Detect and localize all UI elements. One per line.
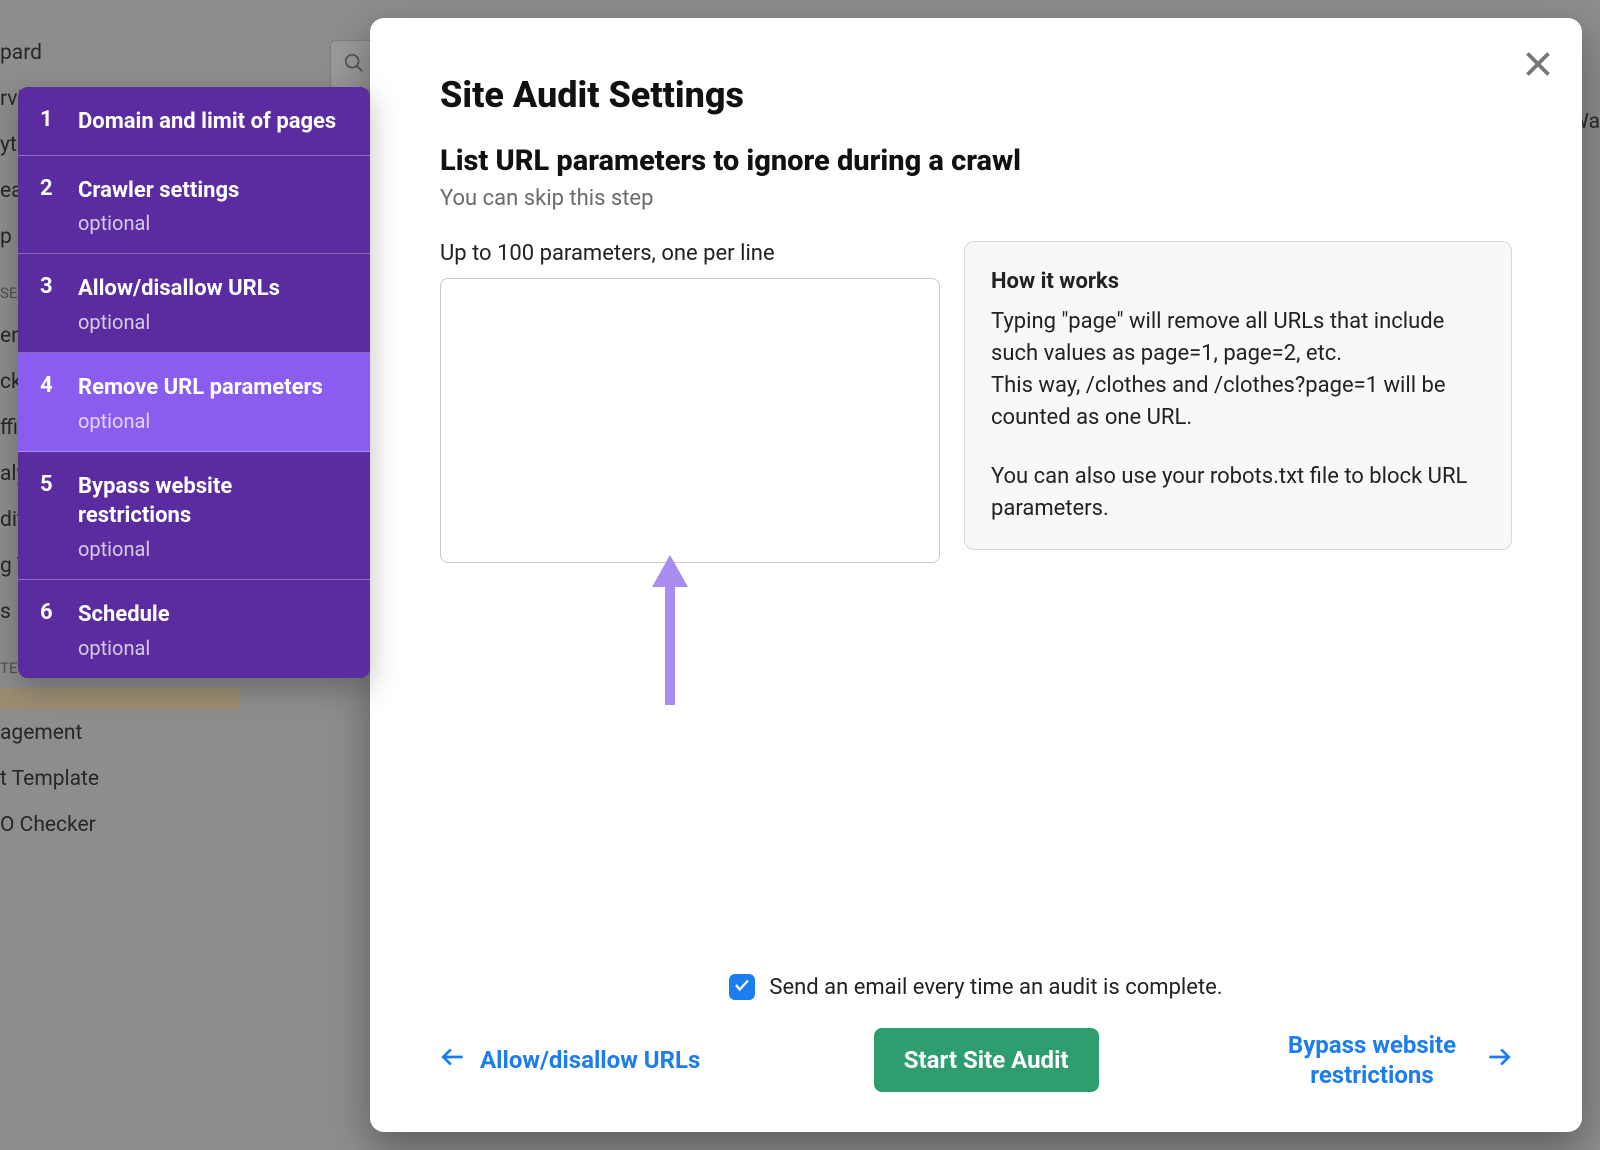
info-paragraph-2: You can also use your robots.txt file to…	[991, 461, 1485, 525]
info-paragraph-1: Typing "page" will remove all URLs that …	[991, 306, 1485, 434]
start-site-audit-button[interactable]: Start Site Audit	[874, 1028, 1099, 1092]
arrow-right-icon	[1486, 1044, 1512, 1076]
info-title: How it works	[991, 266, 1485, 298]
step-optional-label: optional	[78, 537, 348, 561]
wizard-step-2[interactable]: 2Crawler settings optional	[18, 156, 370, 255]
back-button[interactable]: Allow/disallow URLs	[440, 1044, 700, 1076]
modal-title: Site Audit Settings	[440, 74, 1512, 116]
step-title: Domain and limit of pages	[78, 107, 348, 137]
step-number: 5	[40, 472, 78, 497]
close-icon	[1520, 67, 1556, 86]
email-notification-checkbox[interactable]	[729, 974, 755, 1000]
wizard-step-6[interactable]: 6Schedule optional	[18, 580, 370, 678]
how-it-works-box: How it works Typing "page" will remove a…	[964, 241, 1512, 550]
step-number: 1	[40, 107, 78, 132]
step-title: Crawler settings	[78, 176, 348, 206]
wizard-step-3[interactable]: 3Allow/disallow URLs optional	[18, 254, 370, 353]
step-optional-label: optional	[78, 636, 348, 660]
wizard-step-5[interactable]: 5Bypass website restrictions optional	[18, 452, 370, 580]
section-subtext: You can skip this step	[440, 186, 1512, 211]
step-number: 4	[40, 373, 78, 398]
arrow-left-icon	[440, 1044, 466, 1076]
annotation-arrow	[640, 555, 700, 705]
wizard-step-4[interactable]: 4Remove URL parameters optional	[18, 353, 370, 452]
step-optional-label: optional	[78, 310, 348, 334]
textarea-label: Up to 100 parameters, one per line	[440, 241, 940, 266]
step-title: Bypass website restrictions	[78, 472, 348, 531]
step-optional-label: optional	[78, 409, 348, 433]
email-checkbox-label: Send an email every time an audit is com…	[769, 975, 1222, 1000]
check-icon	[733, 975, 751, 1000]
back-button-label: Allow/disallow URLs	[480, 1046, 700, 1074]
close-button[interactable]	[1520, 46, 1556, 82]
step-number: 2	[40, 176, 78, 201]
step-number: 6	[40, 600, 78, 625]
wizard-step-1[interactable]: 1Domain and limit of pages	[18, 87, 370, 156]
step-title: Schedule	[78, 600, 348, 630]
wizard-step-sidebar: 1Domain and limit of pages2Crawler setti…	[18, 87, 370, 678]
next-button[interactable]: Bypass website restrictions	[1272, 1030, 1512, 1090]
step-title: Allow/disallow URLs	[78, 274, 348, 304]
step-optional-label: optional	[78, 211, 348, 235]
section-heading: List URL parameters to ignore during a c…	[440, 144, 1512, 178]
settings-modal: Site Audit Settings List URL parameters …	[370, 18, 1582, 1132]
url-parameters-textarea[interactable]	[440, 278, 940, 563]
next-button-label: Bypass website restrictions	[1272, 1030, 1472, 1090]
step-number: 3	[40, 274, 78, 299]
step-title: Remove URL parameters	[78, 373, 348, 403]
